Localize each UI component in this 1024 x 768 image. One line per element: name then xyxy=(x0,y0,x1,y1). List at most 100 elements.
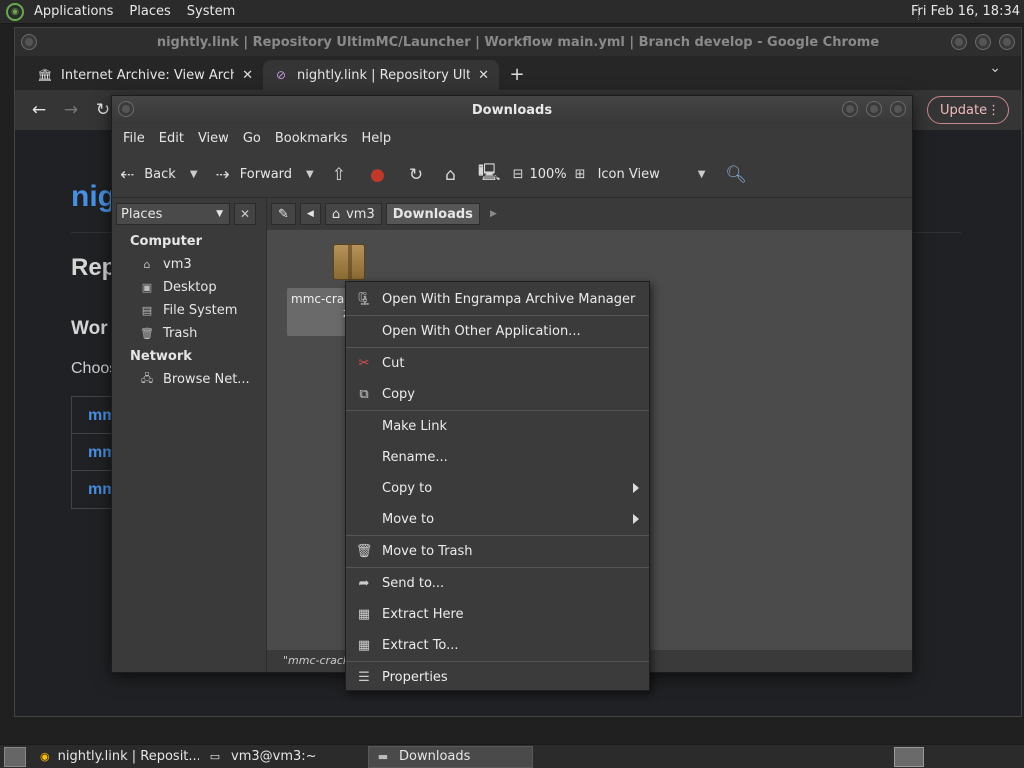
chrome-titlebar[interactable]: nightly.link | Repository UltimMC/Launch… xyxy=(15,28,1021,56)
menu-item-move-to-trash[interactable]: 🗑︎ Move to Trash xyxy=(346,536,649,567)
tab-search-chevron-icon[interactable]: ⌄ xyxy=(989,60,1001,76)
task-terminal[interactable]: ▭ vm3@vm3:~ xyxy=(201,746,366,768)
menu-file[interactable]: File xyxy=(116,131,152,146)
places-menu[interactable]: Places xyxy=(121,4,178,19)
tab-close-icon[interactable]: ✕ xyxy=(478,68,489,83)
archive-package-icon[interactable] xyxy=(333,244,365,281)
path-crumb-downloads[interactable]: Downloads xyxy=(385,203,480,225)
tab-close-icon[interactable]: ✕ xyxy=(242,68,253,83)
menu-go[interactable]: Go xyxy=(236,131,268,146)
page-heading[interactable]: nig xyxy=(71,180,116,214)
forward-history-chevron-icon[interactable]: ▼ xyxy=(306,169,314,180)
reload-button[interactable]: ↻ xyxy=(409,152,433,198)
menu-item-open-with-engrampa[interactable]: 🗜︎ Open With Engrampa Archive Manager xyxy=(346,284,649,315)
menu-item-copy-to[interactable]: Copy to xyxy=(346,473,649,504)
close-icon[interactable] xyxy=(999,34,1015,50)
menu-item-label: Properties xyxy=(382,670,448,685)
zoom-in-button[interactable]: ⊞ xyxy=(575,152,598,198)
sidebar-type-select[interactable]: Places ▼ xyxy=(116,203,230,225)
sidebar-item-desktop[interactable]: ▣ Desktop xyxy=(112,276,260,299)
menu-item-make-link[interactable]: Make Link xyxy=(346,411,649,442)
menu-help[interactable]: Help xyxy=(354,131,398,146)
file-manager-titlebar[interactable]: Downloads xyxy=(112,96,912,124)
window-menu-icon[interactable] xyxy=(118,101,134,117)
menu-item-label: Send to... xyxy=(382,576,445,591)
menu-item-extract-to[interactable]: ▦ Extract To... xyxy=(346,630,649,661)
extract-icon: ▦ xyxy=(357,607,371,622)
sidebar-item-file-system[interactable]: ▤ File System xyxy=(112,299,260,322)
back-history-chevron-icon[interactable]: ▼ xyxy=(190,169,198,180)
chrome-icon: ◉ xyxy=(40,750,50,763)
network-icon: 🖧︎ xyxy=(140,372,154,385)
menu-item-rename[interactable]: Rename... xyxy=(346,442,649,473)
up-button[interactable]: ⇧ xyxy=(332,152,356,198)
path-crumb-vm3[interactable]: ⌂ vm3 xyxy=(324,203,382,225)
sidebar-close-icon[interactable]: ✕ xyxy=(234,203,256,225)
menu-item-label: Copy to xyxy=(382,481,433,496)
sidebar-item-vm3[interactable]: ⌂ vm3 xyxy=(112,253,260,276)
task-label: Downloads xyxy=(399,749,471,764)
path-left-button[interactable]: ◀ xyxy=(299,203,321,225)
task-downloads[interactable]: ▬ Downloads xyxy=(368,745,533,768)
zoom-out-icon: ⊟ xyxy=(512,167,524,182)
clock[interactable]: Fri Feb 16, 18:34 xyxy=(911,0,1020,24)
update-button[interactable]: Update ⋮ xyxy=(927,96,1009,124)
applications-menu[interactable]: Applications xyxy=(26,4,121,19)
menu-item-properties[interactable]: ☰ Properties xyxy=(346,662,649,693)
home-folder-icon: ⌂ xyxy=(445,164,456,185)
tab-label: Internet Archive: View Archive xyxy=(61,67,234,83)
menu-item-cut[interactable]: ✂ Cut xyxy=(346,348,649,379)
copy-icon: ⧉ xyxy=(359,387,369,402)
sidebar-item-browse-network[interactable]: 🖧︎ Browse Net... xyxy=(112,368,260,391)
minimize-icon[interactable] xyxy=(842,101,858,117)
trash-icon: 🗑︎ xyxy=(355,544,373,559)
window-menu-icon[interactable] xyxy=(21,34,37,50)
menu-item-send-to[interactable]: ➦ Send to... xyxy=(346,568,649,599)
sidebar-item-label: Trash xyxy=(163,326,198,341)
top-panel: ◉ Applications Places System Fri Feb 16,… xyxy=(0,0,1024,24)
menu-item-move-to[interactable]: Move to xyxy=(346,504,649,535)
menu-item-extract-here[interactable]: ▦ Extract Here xyxy=(346,599,649,630)
forward-arrow-icon[interactable]: → xyxy=(59,100,83,120)
edit-location-button[interactable]: ✎ xyxy=(271,203,296,225)
home-folder-icon: ⌂ xyxy=(143,258,151,271)
system-menu[interactable]: System xyxy=(179,4,243,19)
minimize-icon[interactable] xyxy=(951,34,967,50)
view-mode-select[interactable]: Icon View ▼ xyxy=(598,152,706,198)
home-button[interactable]: ⌂ xyxy=(445,152,466,198)
places-header: Places ▼ ✕ xyxy=(116,202,256,226)
mate-logo-icon[interactable]: ◉ xyxy=(6,2,24,21)
maximize-icon[interactable] xyxy=(866,101,882,117)
maximize-icon[interactable] xyxy=(975,34,991,50)
back-icon: ⇠ xyxy=(120,164,135,185)
close-icon[interactable] xyxy=(890,101,906,117)
menu-bookmarks[interactable]: Bookmarks xyxy=(268,131,355,146)
workflow-heading: Wor xyxy=(71,318,108,339)
computer-button[interactable]: 🖳 xyxy=(478,152,511,198)
sidebar-item-trash[interactable]: 🗑︎ Trash xyxy=(112,322,260,345)
tab-internet-archive[interactable]: 🏛 Internet Archive: View Archive ✕ xyxy=(27,60,263,90)
new-tab-button[interactable]: + xyxy=(505,60,529,90)
show-desktop-button[interactable] xyxy=(4,746,26,767)
back-button[interactable]: ⇠ Back ▼ xyxy=(120,152,198,198)
places-sidebar: Places ▼ ✕ Computer ⌂ vm3 ▣ Desktop ▤ Fi… xyxy=(112,198,260,672)
zoom-out-button[interactable]: ⊟ 100% xyxy=(513,152,567,198)
computer-icon: 🖳 xyxy=(477,163,501,183)
menu-item-copy[interactable]: ⧉ Copy xyxy=(346,379,649,410)
tab-nightly-link[interactable]: ⊘ nightly.link | Repository Ultim ✕ xyxy=(263,60,499,90)
menu-item-open-with-other[interactable]: Open With Other Application... xyxy=(346,316,649,347)
chevron-right-icon: ▶ xyxy=(489,209,497,219)
file-name-line: mmc-cra xyxy=(291,292,345,306)
stop-button[interactable]: ● xyxy=(370,152,395,198)
kebab-menu-icon[interactable]: ⋮ xyxy=(987,103,1000,118)
search-button[interactable]: 🔍︎ xyxy=(725,152,757,198)
path-right-button[interactable]: ▶ xyxy=(484,203,503,225)
menu-item-label: Make Link xyxy=(382,419,447,434)
menu-edit[interactable]: Edit xyxy=(152,131,191,146)
back-arrow-icon[interactable]: ← xyxy=(27,100,51,120)
workspace-switcher[interactable] xyxy=(894,747,924,767)
folder-icon: ▬ xyxy=(377,750,389,763)
menu-view[interactable]: View xyxy=(191,131,236,146)
task-chrome[interactable]: ◉ nightly.link | Reposit... xyxy=(34,746,199,768)
forward-button[interactable]: ⇢ Forward ▼ xyxy=(216,152,314,198)
